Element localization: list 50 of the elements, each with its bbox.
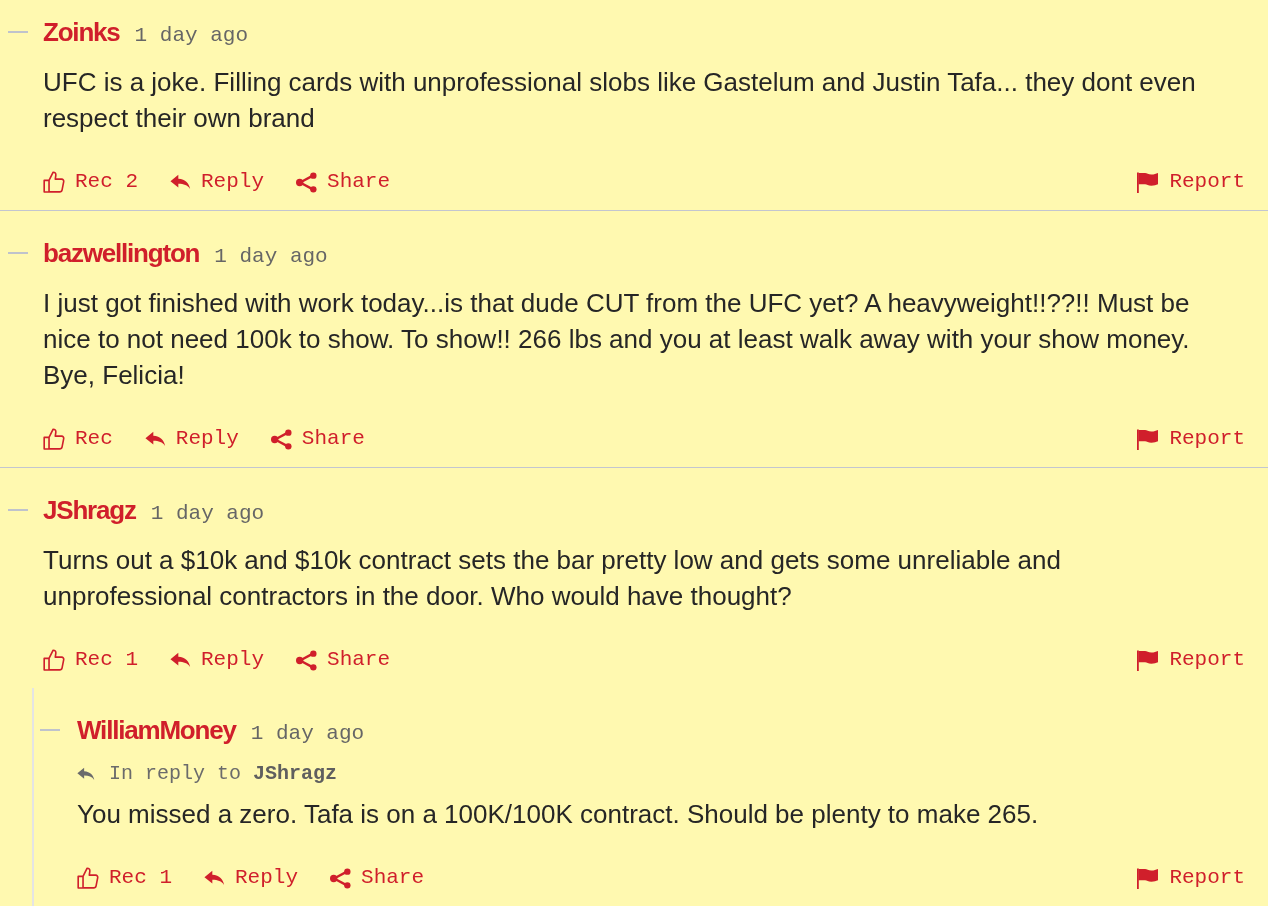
share-icon: [296, 649, 318, 671]
comment-text: I just got finished with work today...is that dude CUT from the UFC yet? A heavyweight!!??!! Must be nice to not need 100k to show. To show!! 266 lbs and you at least walk away with your show money. Bye, Felicia!: [43, 287, 1191, 392]
reply-button[interactable]: Reply: [163, 641, 272, 679]
reply-arrow-icon: [77, 767, 95, 781]
share-icon: [330, 867, 352, 889]
flag-icon: [1136, 171, 1160, 193]
comment-text: Turns out a $10k and $10k contract sets the bar pretty low and gets some unreliable and unprofessional contractors in the door. Who would have thought?: [43, 544, 1062, 613]
report-button[interactable]: Report: [1129, 420, 1252, 458]
in-reply-to-text: In reply to JShragz: [109, 761, 338, 787]
share-button[interactable]: Share: [323, 859, 432, 897]
reply-arrow-icon: [170, 174, 191, 190]
author-name[interactable]: Zoinks: [43, 12, 120, 52]
share-icon: [296, 171, 318, 193]
share-button[interactable]: Share: [289, 163, 398, 201]
comment-text: UFC is a joke. Filling cards with unprofessional slobs like Gastelum and Justin Tafa... they dont even respect their own brand: [43, 66, 1197, 135]
collapse-minus-icon[interactable]: [8, 509, 28, 511]
share-button[interactable]: Share: [263, 420, 372, 458]
reply-arrow-icon: [144, 431, 166, 447]
recommend-button[interactable]: Rec 2: [36, 163, 145, 201]
recommend-button[interactable]: Rec 1: [36, 641, 145, 679]
collapse-minus-icon[interactable]: [8, 31, 28, 33]
recommend-button[interactable]: Rec 1: [70, 859, 179, 897]
timestamp: 1 day ago: [250, 721, 365, 747]
report-button[interactable]: Report: [1129, 859, 1252, 897]
author-name[interactable]: JShragz: [43, 490, 136, 530]
author-name[interactable]: WilliamMoney: [77, 710, 236, 750]
collapse-minus-icon[interactable]: [8, 252, 28, 254]
flag-icon: [1136, 649, 1160, 671]
timestamp: 1 day ago: [214, 244, 328, 270]
report-button[interactable]: Report: [1129, 163, 1252, 201]
share-button[interactable]: Share: [289, 641, 398, 679]
thumbs-up-icon: [43, 171, 65, 193]
collapse-minus-icon[interactable]: [40, 729, 60, 731]
thumbs-up-icon: [43, 428, 65, 450]
timestamp: 1 day ago: [134, 23, 248, 49]
share-icon: [270, 428, 292, 450]
reply-arrow-icon: [170, 652, 191, 668]
thumbs-up-icon: [77, 867, 99, 889]
flag-icon: [1136, 867, 1160, 889]
report-button[interactable]: Report: [1129, 641, 1252, 679]
flag-icon: [1136, 428, 1160, 450]
author-name[interactable]: bazwellington: [43, 233, 200, 273]
comment-text: You missed a zero. Tafa is on a 100K/100K contract. Should be plenty to make 265.: [77, 798, 1040, 831]
reply-arrow-icon: [204, 870, 225, 886]
reply-button[interactable]: Reply: [137, 420, 246, 458]
recommend-button[interactable]: Rec: [36, 420, 120, 458]
reply-button[interactable]: Reply: [197, 859, 306, 897]
reply-button[interactable]: Reply: [163, 163, 272, 201]
timestamp: 1 day ago: [150, 501, 265, 527]
thumbs-up-icon: [43, 649, 65, 671]
